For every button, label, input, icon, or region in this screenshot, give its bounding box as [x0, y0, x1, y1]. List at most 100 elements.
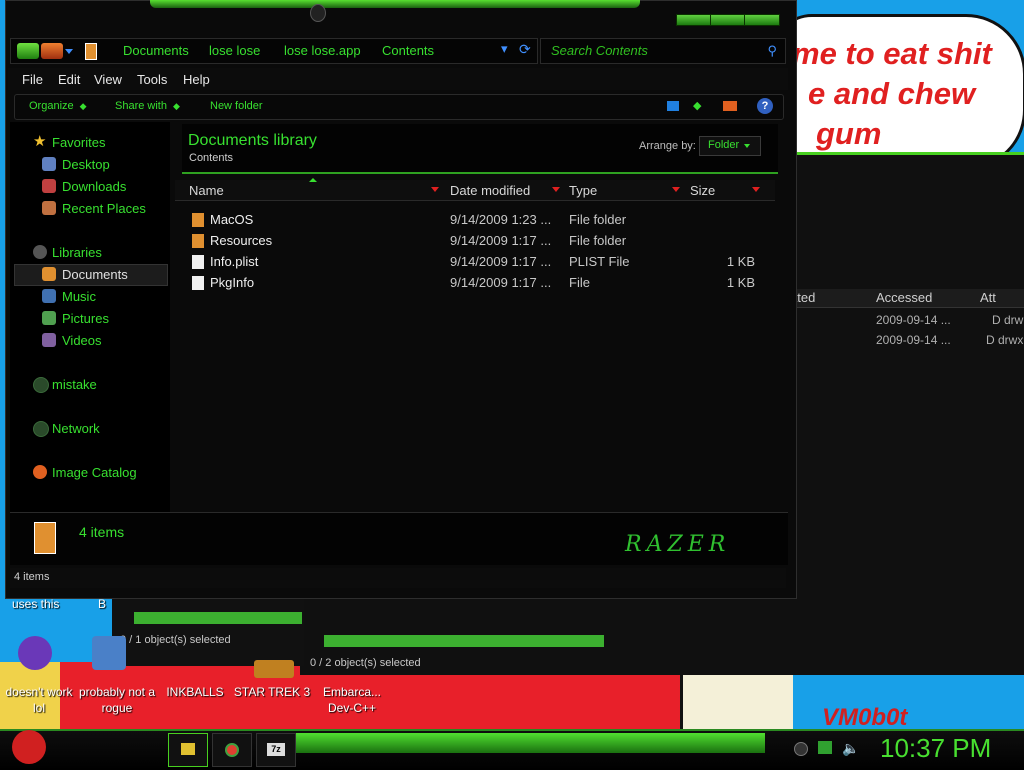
tray-action-center-icon[interactable] [818, 741, 832, 754]
nav-desktop[interactable]: Desktop [62, 157, 110, 172]
col-attributes[interactable]: Att [980, 290, 996, 305]
file-size: 1 KB [726, 275, 755, 290]
col-accessed[interactable]: Accessed [876, 290, 932, 305]
nav-network[interactable]: Network [52, 421, 100, 436]
address-dropdown-icon[interactable]: ▾ [501, 41, 508, 57]
desktop-icon-label[interactable]: INKBALLS [160, 684, 230, 700]
nav-videos[interactable]: Videos [62, 333, 102, 348]
menu-edit[interactable]: Edit [58, 72, 80, 87]
desktop-icon-label[interactable]: probably not a rogue [78, 684, 156, 716]
videos-icon [42, 333, 56, 347]
taskbar-7zip-button[interactable]: 7z [256, 733, 296, 767]
file-row[interactable]: PkgInfo 9/14/2009 1:17 ... File 1 KB [175, 273, 775, 293]
recent-places-icon [42, 201, 56, 215]
arrange-by-dropdown[interactable]: Folder [699, 136, 761, 156]
back-button[interactable] [17, 43, 39, 59]
breadcrumb-item[interactable]: lose lose [209, 43, 260, 58]
view-dropdown-icon[interactable]: ◆ [693, 99, 701, 112]
column-header: Name Date modified Type Size [175, 178, 775, 201]
col-filter-icon[interactable] [752, 187, 760, 192]
col-name[interactable]: Name [189, 183, 224, 198]
file-name: PkgInfo [210, 275, 255, 290]
view-options-icon[interactable] [667, 101, 679, 111]
col-size[interactable]: Size [690, 183, 715, 198]
title-glow [150, 0, 640, 8]
note-line-3: gum [816, 116, 882, 151]
yahoo-messenger-icon[interactable] [18, 636, 52, 670]
share-with-button[interactable]: Share with ◆ [115, 100, 180, 112]
minimize-button[interactable] [676, 14, 712, 26]
organize-button[interactable]: Organize ◆ [29, 100, 87, 112]
file-type: PLIST File [569, 254, 630, 269]
menu-bar: File Edit View Tools Help [8, 68, 788, 90]
libraries-icon [33, 245, 47, 259]
refresh-icon[interactable]: ⟳ [519, 41, 531, 58]
progress-bar [324, 635, 604, 647]
desktop-icon [42, 157, 56, 171]
pictures-icon [42, 311, 56, 325]
file-row[interactable]: Info.plist 9/14/2009 1:17 ... PLIST File… [175, 252, 775, 272]
taskbar-explorer-button[interactable] [168, 733, 208, 767]
file-row[interactable]: MacOS 9/14/2009 1:23 ... File folder [175, 210, 775, 230]
computer-icon[interactable] [92, 636, 126, 670]
small-background-window[interactable]: 0 / 1 object(s) selected [112, 598, 304, 666]
nav-mistake[interactable]: mistake [52, 377, 97, 392]
breadcrumb-item[interactable]: Documents [123, 43, 189, 58]
nav-pictures[interactable]: Pictures [62, 311, 109, 326]
menu-view[interactable]: View [94, 72, 122, 87]
taskbar-chrome-button[interactable] [212, 733, 252, 767]
tray-back-icon[interactable] [794, 742, 808, 756]
history-dropdown-icon[interactable] [65, 49, 73, 54]
desktop-icon-label[interactable]: STAR TREK 3 [232, 684, 312, 700]
status-text: 4 items [14, 571, 50, 583]
file-name: MacOS [210, 212, 254, 227]
menu-tools[interactable]: Tools [137, 72, 167, 87]
breadcrumb-item[interactable]: Contents [382, 43, 434, 58]
file-icon [192, 276, 204, 290]
star-trek-icon[interactable] [254, 660, 294, 678]
file-row[interactable]: Resources 9/14/2009 1:17 ... File folder [175, 231, 775, 251]
volume-icon[interactable]: 🔈 [842, 740, 859, 757]
file-icon [192, 255, 204, 269]
col-type[interactable]: Type [569, 183, 597, 198]
documents-icon [42, 267, 56, 281]
image-catalog-icon [33, 465, 47, 479]
file-date: 9/14/2009 1:17 ... [450, 275, 552, 290]
forward-button[interactable] [41, 43, 63, 59]
selection-status: 0 / 2 object(s) selected [310, 657, 421, 669]
menu-help[interactable]: Help [183, 72, 210, 87]
nav-image-catalog[interactable]: Image Catalog [52, 465, 137, 480]
col-filter-icon[interactable] [552, 187, 560, 192]
new-folder-button[interactable]: New folder [210, 100, 263, 112]
close-button[interactable] [744, 14, 780, 26]
nav-downloads[interactable]: Downloads [62, 179, 126, 194]
search-icon[interactable]: ⚲ [767, 43, 777, 59]
col-date-modified[interactable]: Date modified [450, 183, 530, 198]
address-bar[interactable]: Documents lose lose lose lose.app Conten… [10, 38, 538, 64]
nav-libraries[interactable]: Libraries [52, 245, 102, 260]
start-button-angry-bird-icon[interactable] [12, 730, 46, 764]
search-input[interactable]: Search Contents ⚲ [540, 38, 786, 64]
note-line-1: me to eat shit [792, 36, 992, 71]
col-filter-icon[interactable] [431, 187, 439, 192]
share-with-label: Share with [115, 100, 167, 112]
nav-music[interactable]: Music [62, 289, 96, 304]
folder-icon [181, 743, 195, 755]
nav-favorites[interactable]: Favorites [52, 135, 105, 150]
nav-recent-places[interactable]: Recent Places [62, 201, 146, 216]
organize-label: Organize [29, 100, 74, 112]
preview-pane-icon[interactable] [723, 101, 737, 111]
maximize-button[interactable] [710, 14, 746, 26]
nav-documents[interactable]: Documents [62, 267, 128, 282]
desktop-icon-label[interactable]: Embarca... Dev-C++ [312, 684, 392, 716]
breadcrumb-item[interactable]: lose lose.app [284, 43, 361, 58]
clock[interactable]: 10:37 PM [880, 733, 991, 764]
file-date: 9/14/2009 1:23 ... [450, 212, 552, 227]
razer-logo: RAZER [625, 532, 731, 557]
help-icon[interactable]: ? [757, 98, 773, 114]
folder-icon [192, 213, 204, 227]
menu-file[interactable]: File [22, 72, 43, 87]
attr-cell: D drwx [986, 333, 1024, 347]
desktop-icon-label[interactable]: doesn't work lol [0, 684, 78, 716]
col-filter-icon[interactable] [672, 187, 680, 192]
